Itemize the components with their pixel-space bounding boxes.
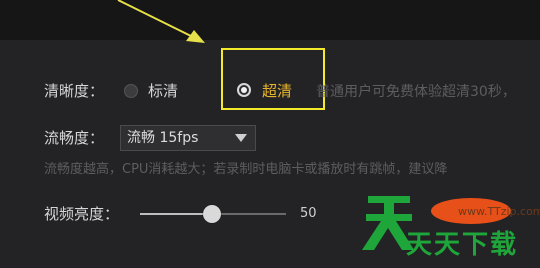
- watermark-url: www.TTzip.com: [458, 205, 540, 218]
- watermark-text: 天天下载: [406, 230, 519, 260]
